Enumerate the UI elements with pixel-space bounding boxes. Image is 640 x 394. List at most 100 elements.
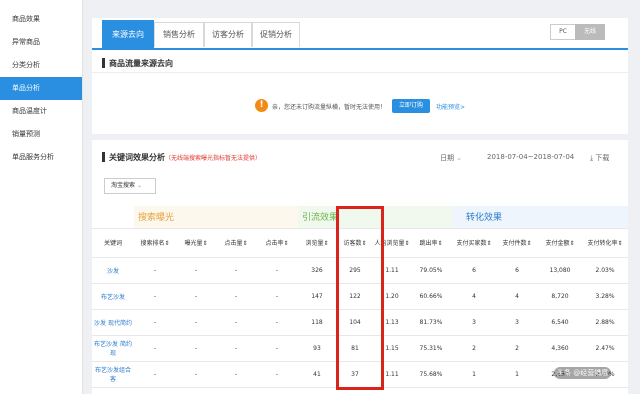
header-label: 支付转化率	[587, 240, 618, 247]
table-cell: -	[256, 361, 298, 388]
header-label: 支付买家数	[456, 240, 487, 247]
table-cell: -	[216, 335, 256, 362]
keyword-link[interactable]: 布艺沙发	[92, 283, 134, 310]
sidebar-item-service-analysis[interactable]: 单品服务分析	[0, 146, 82, 169]
table-cell: 4,360	[538, 335, 582, 362]
table-cell: 147	[298, 283, 336, 310]
table-cell: 2.03%	[582, 257, 628, 284]
sidebar-item-thermometer[interactable]: 商品温度计	[0, 100, 82, 123]
group-conversion-effect: 转化效果	[452, 206, 628, 229]
table-cell: -	[216, 309, 256, 336]
sidebar-item-abnormal-products[interactable]: 异常商品	[0, 31, 82, 54]
source-select-value: 淘宝搜索	[111, 182, 136, 189]
chevron-down-icon: ⌄	[136, 182, 142, 189]
table-cell: -	[216, 361, 256, 388]
sort-icon: ⇕	[404, 240, 410, 247]
header-bounce-rate[interactable]: 跳出率⇕	[410, 228, 452, 258]
table-cell: 4	[452, 283, 496, 310]
table-cell: -	[176, 335, 216, 362]
header-items[interactable]: 支付件数⇕	[496, 228, 538, 258]
keyword-link[interactable]: 布艺沙发组合 客	[92, 361, 134, 388]
download-button[interactable]: ⤓ 下载	[590, 153, 609, 163]
table-cell: -	[134, 309, 176, 336]
table-cell: 4	[496, 283, 538, 310]
header-pageviews[interactable]: 浏览量⇕	[298, 228, 336, 258]
keyword-link[interactable]: 布艺沙发 简约现	[92, 335, 134, 362]
group-empty	[92, 206, 134, 229]
table-cell: 75.31%	[410, 335, 452, 362]
header-label: 跳出率	[419, 240, 438, 247]
table-cell: 41	[298, 361, 336, 388]
sort-icon: ⇕	[437, 240, 443, 247]
table-cell: 2.47%	[582, 335, 628, 362]
preview-link[interactable]: 功能预览>	[436, 102, 465, 111]
notice-text: 亲，您还未订购流量纵横，暂时无法使用！	[272, 104, 387, 111]
header-conversion-rate[interactable]: 支付转化率⇕	[582, 228, 628, 258]
header-label: 浏览量	[305, 240, 324, 247]
sort-icon: ⇕	[323, 240, 329, 247]
download-label: 下载	[595, 154, 610, 162]
table-cell: 1	[452, 361, 496, 388]
table-cell: 3.28%	[582, 283, 628, 310]
header-amount[interactable]: 支付金额⇕	[538, 228, 582, 258]
sort-icon: ⇕	[283, 240, 289, 247]
table-cell: 118	[298, 309, 336, 336]
table-cell: 93	[298, 335, 336, 362]
main-content: 来源去向 销售分析 访客分析 促销分析 PC 无线 商品流量来源去向 ! 亲，您…	[92, 0, 628, 394]
keyword-title-text: 关键词效果分析	[109, 153, 165, 162]
wireless-toggle[interactable]: 无线	[575, 24, 605, 40]
header-label: 点击量	[224, 240, 243, 247]
table-cell: -	[134, 361, 176, 388]
table-cell: 2	[452, 335, 496, 362]
sort-icon: ⇕	[486, 240, 492, 247]
date-label-text: 日期	[440, 154, 454, 162]
table-cell: 6	[496, 257, 538, 284]
table-cell: 13,080	[538, 257, 582, 284]
keyword-link[interactable]: 沙发 现代简约	[92, 309, 134, 336]
keyword-link[interactable]: 沙发	[92, 257, 134, 284]
header-label: 点击率	[265, 240, 284, 247]
header-clicks[interactable]: 点击量⇕	[216, 228, 256, 258]
tab-source[interactable]: 来源去向	[102, 20, 154, 49]
sort-icon: ⇕	[202, 240, 208, 247]
table-cell: 3	[496, 309, 538, 336]
sidebar-item-sales-forecast[interactable]: 销量预测	[0, 123, 82, 146]
table-cell: -	[176, 361, 216, 388]
keyword-section: 关键词效果分析（无线端搜索曝光指标暂无法提供） 日期 ⌄ 2018-07-04~…	[92, 140, 628, 394]
header-label: 曝光量	[184, 240, 203, 247]
tab-promotion[interactable]: 促销分析	[252, 22, 300, 47]
pc-toggle[interactable]: PC	[550, 24, 576, 40]
table-cell: 6	[452, 257, 496, 284]
table-cell: 79.05%	[410, 257, 452, 284]
tab-sales[interactable]: 销售分析	[154, 22, 204, 47]
header-exposure[interactable]: 曝光量⇕	[176, 228, 216, 258]
table-cell: -	[134, 283, 176, 310]
keyword-section-title: 关键词效果分析（无线端搜索曝光指标暂无法提供）	[109, 152, 261, 163]
warning-icon: !	[255, 99, 268, 112]
sort-icon: ⇕	[242, 240, 248, 247]
order-now-button[interactable]: 立即订购	[392, 99, 430, 113]
table-cell: 60.66%	[410, 283, 452, 310]
keyword-note: （无线端搜索曝光指标暂无法提供）	[165, 155, 262, 162]
header-ctr[interactable]: 点击率⇕	[256, 228, 298, 258]
sidebar-item-category-analysis[interactable]: 分类分析	[0, 54, 82, 77]
table-cell: -	[216, 283, 256, 310]
group-search-exposure: 搜索曝光	[134, 206, 298, 229]
download-icon: ⤓	[590, 154, 594, 162]
header-label: 支付金额	[545, 240, 570, 247]
sort-icon: ⇕	[569, 240, 575, 247]
section-bar	[102, 58, 105, 68]
table-cell: 81.73%	[410, 309, 452, 336]
source-select[interactable]: 淘宝搜索 ⌄	[104, 178, 156, 194]
sidebar-item-product-effect[interactable]: 商品效果	[0, 8, 82, 31]
date-label[interactable]: 日期 ⌄	[440, 153, 462, 163]
header-buyers[interactable]: 支付买家数⇕	[452, 228, 496, 258]
tab-visitors[interactable]: 访客分析	[204, 22, 252, 47]
sidebar-item-single-product[interactable]: 单品分析	[0, 77, 82, 100]
header-label: 支付件数	[502, 240, 527, 247]
table-cell: -	[176, 309, 216, 336]
header-search-rank[interactable]: 搜索排名⇕	[134, 228, 176, 258]
table-cell: 2	[496, 335, 538, 362]
table-cell: 8,720	[538, 283, 582, 310]
sort-icon: ⇕	[164, 240, 170, 247]
